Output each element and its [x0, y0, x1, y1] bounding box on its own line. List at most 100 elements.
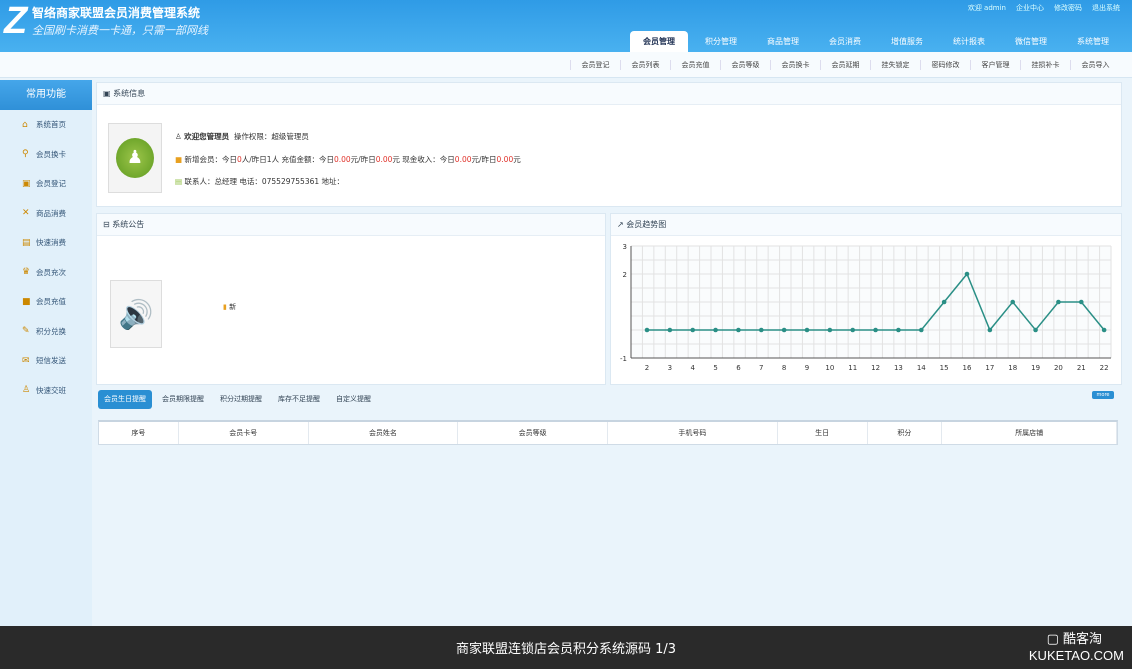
sidebar-item-icon: ▣	[22, 178, 31, 189]
tab-5[interactable]: 统计报表	[940, 31, 998, 52]
sidebar-item[interactable]: ⌂ 系统首页	[0, 110, 92, 140]
tab-4[interactable]: 增值服务	[878, 31, 936, 52]
sidebar-item-icon: ■	[22, 296, 31, 307]
today-cash: 0.00	[454, 155, 472, 164]
change-password-link[interactable]: 修改密码	[1054, 3, 1082, 13]
data-point	[850, 327, 856, 333]
reminder-tab[interactable]: 自定义提醒	[330, 390, 377, 409]
logout-link[interactable]: 退出系统	[1092, 3, 1120, 13]
tab-1[interactable]: 积分管理	[692, 31, 750, 52]
sidebar-item[interactable]: ■ 会员充值	[0, 287, 92, 317]
x-tick-label: 9	[805, 364, 809, 372]
user-line: ♙ 欢迎您管理员 操作权限：超级管理员	[175, 132, 309, 141]
app-header: Z 智络商家联盟会员消费管理系统 全国刷卡消费一卡通，只需一部网线 欢迎 adm…	[0, 0, 1132, 52]
data-point	[896, 327, 901, 333]
subnav-item[interactable]: 挂失锁定	[870, 59, 920, 70]
data-point	[873, 327, 878, 333]
subnav-item[interactable]: 挂损补卡	[1020, 59, 1070, 70]
sidebar-item-label: 短信发送	[36, 356, 66, 366]
sidebar-item-label: 快速消费	[36, 238, 66, 248]
x-tick-label: 15	[940, 364, 949, 372]
stats-line: ■ 新增会员：今日0人/昨日1人 充值金额：今日0.00元/昨日0.00元 现金…	[175, 155, 521, 164]
data-point	[736, 327, 741, 333]
subnav-item[interactable]: 会员导入	[1070, 59, 1120, 70]
sidebar-item[interactable]: ▤ 快速消费	[0, 228, 92, 258]
tab-0[interactable]: 会员管理	[630, 31, 688, 52]
x-tick-label: 16	[963, 364, 972, 372]
reminder-tab[interactable]: 积分过期提醒	[214, 390, 268, 409]
subnav-item[interactable]: 会员等级	[720, 59, 770, 70]
label: 元/昨日	[471, 155, 497, 164]
notice-item[interactable]: ▮ 新	[223, 302, 236, 312]
y-tick-label: 2	[623, 271, 627, 279]
sidebar-item[interactable]: ⚲ 会员换卡	[0, 140, 92, 170]
sidebar-item-icon: ♛	[22, 267, 31, 278]
column-header: 会员卡号	[179, 422, 309, 444]
sidebar-item-icon: ⌂	[22, 119, 28, 130]
label: 人/昨日	[241, 155, 267, 164]
reminder-tabs: 会员生日提醒 会员期限提醒 积分过期提醒 库存不足提醒 自定义提醒	[98, 390, 377, 409]
sidebar-item-label: 会员充次	[36, 267, 66, 277]
sidebar-item[interactable]: ✕ 商品消费	[0, 199, 92, 229]
speaker-icon: 🔊	[110, 280, 162, 348]
data-point	[1033, 327, 1038, 333]
data-point	[1010, 299, 1016, 305]
sidebar-item-icon: ♙	[22, 385, 31, 396]
sidebar-item[interactable]: ✎ 积分兑换	[0, 317, 92, 347]
enterprise-center-link[interactable]: 企业中心	[1016, 3, 1044, 13]
data-point	[941, 299, 947, 305]
data-point	[1056, 299, 1061, 305]
data-point	[781, 327, 787, 333]
subnav-item[interactable]: 会员列表	[620, 59, 670, 70]
sidebar-item-icon: ✎	[22, 326, 30, 337]
more-button[interactable]: more	[1092, 391, 1114, 399]
subnav-item[interactable]: 客户管理	[970, 59, 1020, 70]
sidebar-item-icon: ⚲	[22, 149, 29, 160]
x-tick-label: 6	[736, 364, 741, 372]
tab-2[interactable]: 商品管理	[754, 31, 812, 52]
column-header: 序号	[99, 422, 179, 444]
x-tick-label: 14	[917, 364, 926, 372]
column-header: 积分	[868, 422, 943, 444]
subnav-item[interactable]: 会员登记	[570, 59, 620, 70]
reminder-table-header: 序号 会员卡号 会员姓名 会员等级 手机号码 生日 积分 所属店铺	[98, 420, 1118, 445]
notice-title: 系统公告	[112, 220, 145, 229]
data-point	[827, 327, 833, 333]
x-tick-label: 13	[894, 364, 903, 372]
subnav-item[interactable]: 会员换卡	[770, 59, 820, 70]
reminder-tab[interactable]: 会员生日提醒	[98, 390, 152, 409]
subnav-item[interactable]: 会员延期	[820, 59, 870, 70]
reminder-tab[interactable]: 会员期限提醒	[156, 390, 210, 409]
column-header: 生日	[778, 422, 868, 444]
trend-chart: 3 2 -1 2 3 4 5 6 7 8 9 10 11 12 13 14 15 16 17 18 19 20 21 22	[620, 243, 1112, 372]
main-tabs: 会员管理 积分管理 商品管理 会员消费 增值服务 统计报表 微信管理 系统管理	[630, 31, 1122, 52]
top-links: 欢迎 admin 企业中心 修改密码 退出系统	[968, 3, 1120, 13]
data-point	[644, 327, 650, 333]
reminder-tab[interactable]: 库存不足提醒	[272, 390, 326, 409]
data-point	[690, 327, 696, 333]
x-tick-label: 4	[690, 364, 695, 372]
x-tick-label: 11	[848, 364, 857, 372]
sidebar-item[interactable]: ▣ 会员登记	[0, 169, 92, 199]
sidebar-item[interactable]: ✉ 短信发送	[0, 346, 92, 376]
sidebar-item[interactable]: ♙ 快速交班	[0, 376, 92, 406]
user-name: 欢迎您管理员	[184, 132, 230, 141]
column-header: 所属店铺	[942, 422, 1118, 444]
app-title: 智络商家联盟会员消费管理系统	[32, 6, 201, 20]
sidebar-item[interactable]: ♛ 会员充次	[0, 258, 92, 288]
x-tick-label: 5	[713, 364, 717, 372]
x-tick-label: 20	[1054, 364, 1063, 372]
data-point	[1078, 299, 1084, 305]
caption: 商家联盟连锁店会员积分系统源码 1/3	[455, 642, 677, 657]
tab-6[interactable]: 微信管理	[1002, 31, 1060, 52]
subnav-item[interactable]: 密码修改	[920, 59, 970, 70]
label: 新增会员：今日	[184, 155, 237, 164]
notice-panel: ⊟ 系统公告 🔊 ▮ 新	[96, 213, 606, 385]
panel-title: ▣ 系统信息	[97, 83, 1121, 105]
permission: 操作权限：超级管理员	[233, 132, 309, 141]
chart-title: 会员趋势图	[626, 220, 667, 229]
tab-7[interactable]: 系统管理	[1064, 31, 1122, 52]
subnav-item[interactable]: 会员充值	[670, 59, 720, 70]
contact-info: 联系人：总经理 电话：075529755361 地址：	[184, 177, 345, 186]
tab-3[interactable]: 会员消费	[816, 31, 874, 52]
